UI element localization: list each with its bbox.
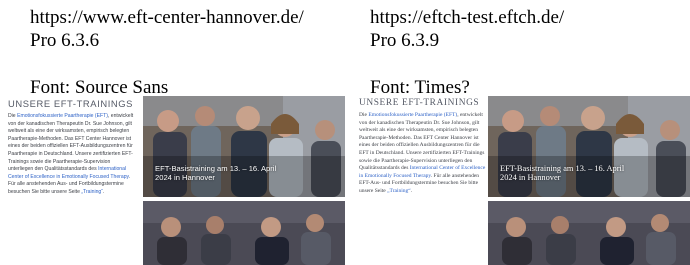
annotation-notes: https://www.eft-center-hannover.de/ Pro … [30,6,304,99]
trainings-article: UNSERE EFT-TRAININGS Die Emotionsfokussi… [359,96,487,196]
training-photo-2[interactable] [488,201,690,265]
training-photo[interactable]: EFT-Basistraining am 13. – 16. April 202… [488,96,690,197]
section-paragraph: Die Emotionsfokussierte Paartherapie (EF… [8,113,134,195]
training-photo-2[interactable] [143,201,345,265]
annotation-notes: https://eftch-test.eftch.de/ Pro 6.3.9 F… [370,6,564,99]
link-training[interactable]: „Training“ [387,188,411,194]
link-eft[interactable]: Emotionsfokussierte Paartherapie (EFT) [368,112,457,118]
section-heading: UNSERE EFT-TRAININGS [359,98,480,108]
site-url: https://eftch-test.eftch.de/ [370,7,565,28]
version-label: Pro 6.3.6 [30,30,100,51]
training-photo[interactable]: EFT-Basistraining am 13. – 16. April 202… [143,96,345,197]
meeting-photo-image [488,201,690,265]
website-screenshot: UNSERE EFT-TRAININGS Die Emotionsfokussi… [345,96,690,265]
photo-caption: EFT-Basistraining am 13. – 16. April 202… [500,164,625,182]
link-eft[interactable]: Emotionsfokussierte Paartherapie (EFT) [17,113,108,119]
trainings-article: UNSERE EFT-TRAININGS Die Emotionsfokussi… [8,96,136,197]
meeting-photo-image [143,201,345,265]
version-label: Pro 6.3.9 [370,30,440,51]
section-heading: UNSERE EFT-TRAININGS [8,98,134,109]
link-training[interactable]: „Training“ [81,189,103,195]
website-screenshot: UNSERE EFT-TRAININGS Die Emotionsfokussi… [0,96,345,265]
site-url: https://www.eft-center-hannover.de/ [30,7,304,28]
section-paragraph: Die Emotionsfokussierte Paartherapie (EF… [359,112,486,194]
photo-caption: EFT-Basistraining am 13. – 16. April 202… [155,164,277,182]
right-panel: https://eftch-test.eftch.de/ Pro 6.3.9 F… [345,0,690,265]
left-panel: https://www.eft-center-hannover.de/ Pro … [0,0,345,265]
